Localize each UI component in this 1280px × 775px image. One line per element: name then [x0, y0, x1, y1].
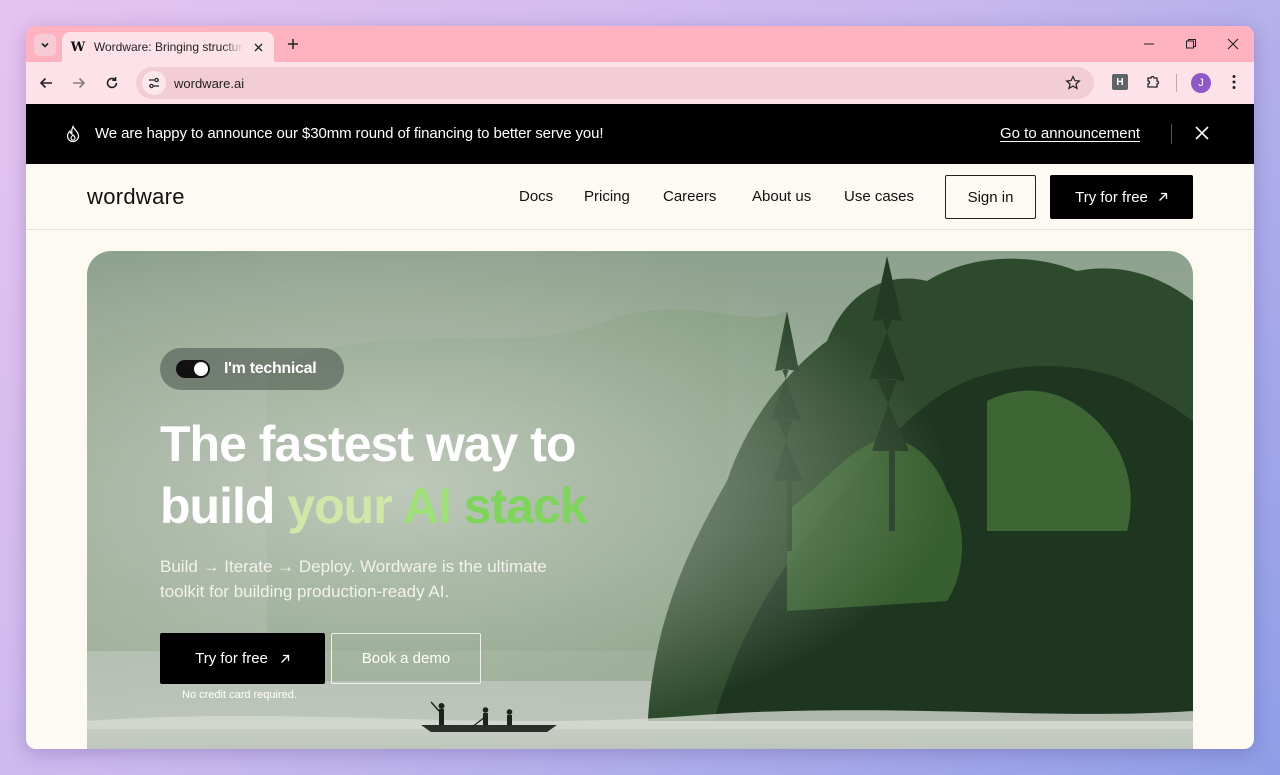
announcement-bar: We are happy to announce our $30mm round… [26, 104, 1254, 164]
plus-icon [288, 39, 298, 49]
announcement-close-button[interactable] [1193, 124, 1211, 142]
tab-title: Wordware: Bringing structure to [93, 40, 244, 54]
tab-close-button[interactable] [250, 39, 266, 55]
forward-button[interactable] [68, 72, 90, 94]
site-info-button[interactable] [142, 71, 166, 95]
canoe-illustration [421, 701, 557, 732]
nav-link-about-us[interactable]: About us [752, 188, 811, 205]
new-tab-button[interactable] [284, 35, 302, 53]
arrow-left-icon [39, 77, 52, 89]
tab-search-button[interactable] [34, 34, 56, 56]
headline-line-1: The fastest way to [160, 416, 576, 472]
hero-section: I'm technical The fastest way to build y… [87, 251, 1193, 749]
close-window-button[interactable] [1212, 26, 1254, 62]
minimize-icon [1144, 43, 1154, 45]
url-text: wordware.ai [174, 75, 245, 91]
close-icon [1195, 126, 1209, 140]
try-for-free-label: Try for free [1075, 188, 1148, 206]
tab-favicon-icon: W [70, 39, 86, 55]
toggle-switch[interactable] [176, 360, 210, 378]
minimize-button[interactable] [1128, 26, 1170, 62]
headline-word-build: build [160, 478, 275, 534]
browser-toolbar: wordware.ai H J [26, 62, 1254, 104]
restore-button[interactable] [1170, 26, 1212, 62]
sign-in-button[interactable]: Sign in [945, 175, 1036, 219]
more-vert-icon [1232, 75, 1236, 89]
extension-h-icon[interactable]: H [1112, 74, 1128, 90]
nav-link-careers[interactable]: Careers [663, 188, 716, 205]
technical-toggle[interactable]: I'm technical [160, 348, 344, 390]
headline-word-stack: stack [463, 478, 588, 534]
tab-strip: W Wordware: Bringing structure to [26, 26, 1254, 62]
star-icon [1065, 75, 1081, 90]
extensions-button[interactable] [1143, 72, 1163, 92]
chevron-down-icon [41, 42, 49, 48]
headline-word-your: your [287, 478, 392, 534]
restore-icon [1186, 39, 1196, 49]
wordware-logo[interactable]: wordware [87, 184, 185, 210]
try-for-free-hero-label: Try for free [195, 650, 268, 667]
close-icon [1227, 38, 1239, 50]
toolbar-divider [1176, 74, 1177, 92]
arrow-up-right-icon [1158, 192, 1168, 201]
browser-window: W Wordware: Bringing structure to [26, 26, 1254, 749]
hero-headline: The fastest way to build your AI stack [160, 413, 588, 537]
arrow-right-icon [73, 77, 86, 89]
announcement-divider [1171, 124, 1172, 144]
arrow-up-right-icon [280, 654, 290, 663]
active-tab[interactable]: W Wordware: Bringing structure to [62, 32, 274, 62]
tune-icon [149, 77, 159, 89]
nav-link-pricing[interactable]: Pricing [584, 188, 630, 205]
book-a-demo-button[interactable]: Book a demo [331, 633, 481, 684]
bookmark-star-button[interactable] [1064, 74, 1082, 92]
window-controls [1128, 26, 1254, 62]
announcement-link[interactable]: Go to announcement [1000, 125, 1140, 142]
reload-button[interactable] [101, 72, 123, 94]
nav-link-use-cases[interactable]: Use cases [844, 188, 914, 205]
hero-subtext: Build → Iterate → Deploy. Wordware is th… [160, 557, 547, 601]
flame-icon [66, 125, 80, 143]
nav-link-docs[interactable]: Docs [519, 188, 553, 205]
back-button[interactable] [35, 72, 57, 94]
toggle-knob [194, 362, 208, 376]
try-for-free-hero-button[interactable]: Try for free [160, 633, 325, 684]
profile-avatar[interactable]: J [1191, 73, 1211, 93]
site-header: wordware Docs Pricing Careers About us U… [26, 164, 1254, 230]
puzzle-icon [1147, 75, 1160, 88]
headline-word-ai: AI [402, 478, 452, 534]
try-for-free-nav-button[interactable]: Try for free [1050, 175, 1193, 219]
toggle-label: I'm technical [224, 360, 317, 377]
no-credit-card-note: No credit card required. [182, 689, 297, 701]
browser-menu-button[interactable] [1224, 72, 1244, 92]
close-icon [254, 43, 263, 51]
reload-icon [106, 77, 118, 89]
announcement-text: We are happy to announce our $30mm round… [95, 125, 604, 142]
address-bar[interactable]: wordware.ai [136, 67, 1094, 99]
